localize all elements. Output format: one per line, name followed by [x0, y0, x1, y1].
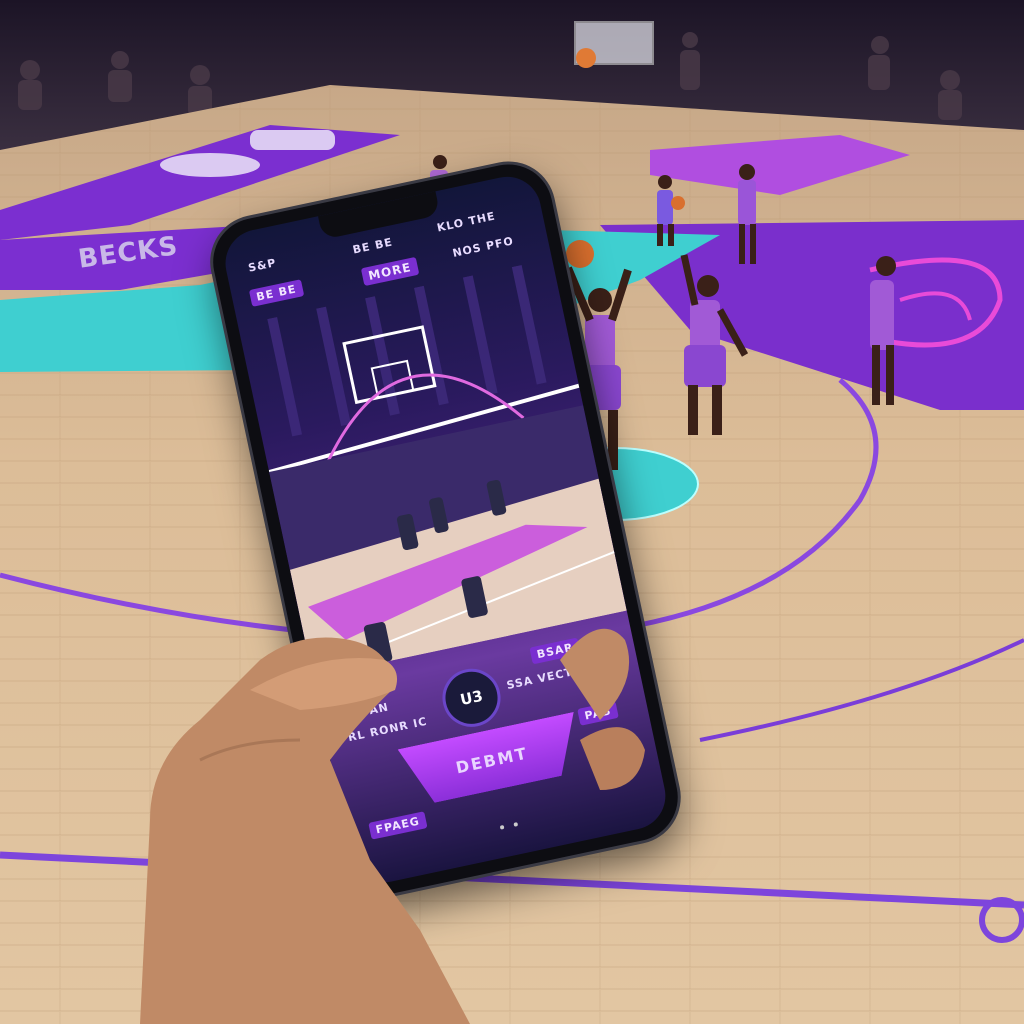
page-dot[interactable]	[499, 824, 505, 830]
video-feed-court	[267, 264, 627, 678]
header-left-tag[interactable]: BE BE	[248, 279, 304, 307]
status-left: S&P	[246, 256, 278, 275]
header-right-text: NOS PFO	[451, 234, 515, 260]
hud-bottom-tag[interactable]: FPAEG	[368, 811, 428, 840]
status-right: KLO THE	[435, 209, 497, 235]
hud-top-right[interactable]: BSAR	[529, 637, 582, 665]
hud-right-row: SSA VECTEM	[505, 661, 594, 693]
status-center: BE BE	[351, 235, 394, 257]
hud-left-row1: ZESAN	[342, 700, 391, 723]
page-dot[interactable]	[513, 822, 519, 827]
hud-side-tag[interactable]: PAB	[577, 701, 619, 726]
score-badge[interactable]: U3	[437, 663, 506, 733]
header-center-tag[interactable]: MORE	[360, 256, 419, 287]
